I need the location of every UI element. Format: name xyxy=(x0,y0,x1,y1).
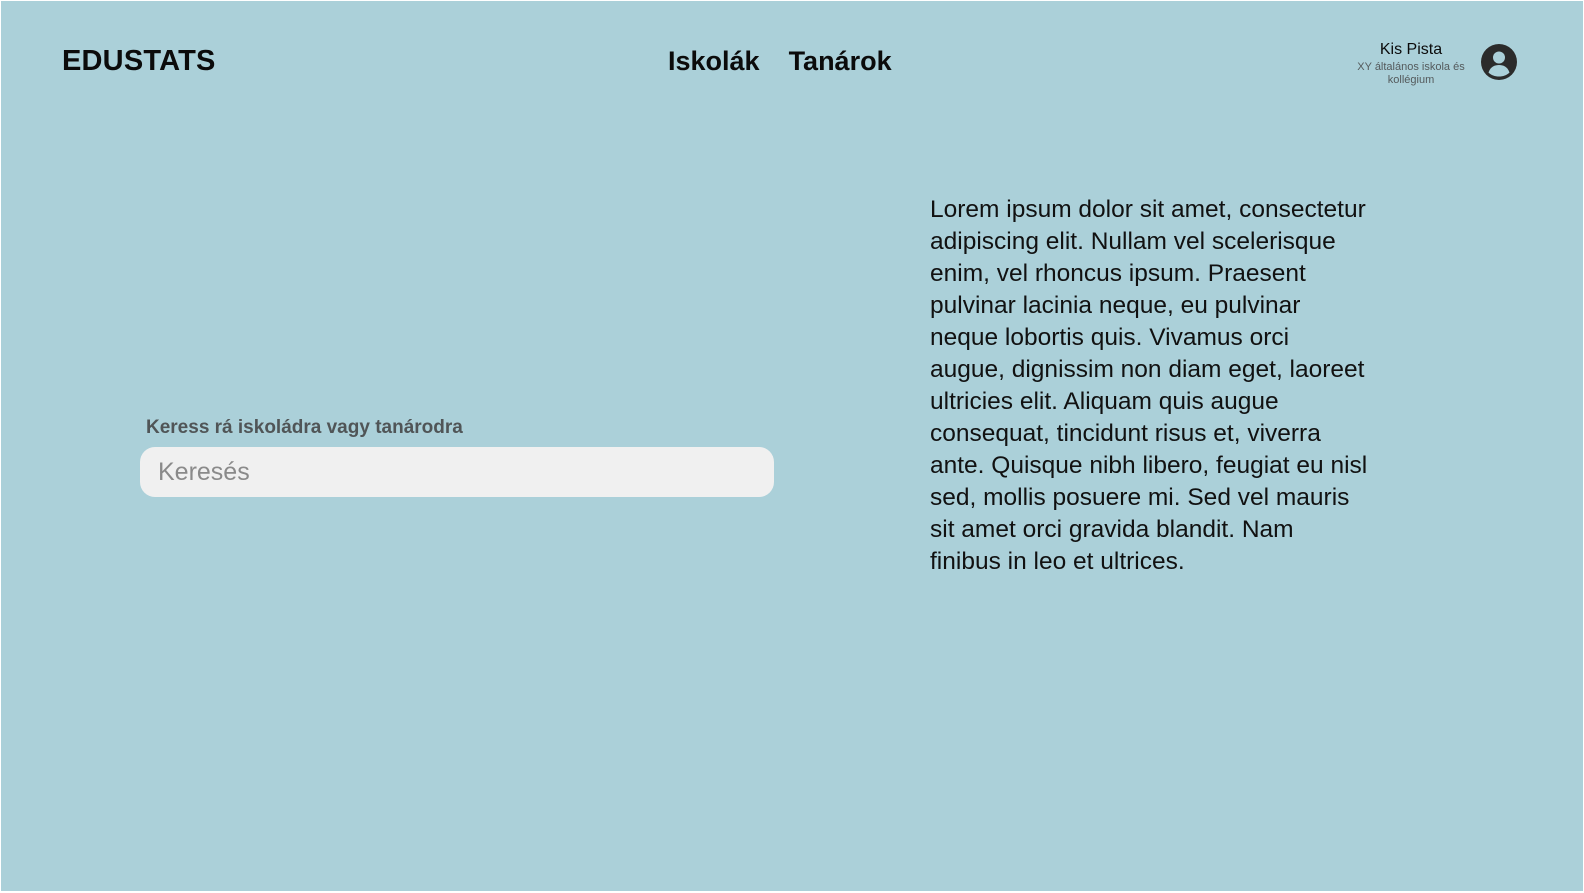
user-school: XY általános iskola és kollégium xyxy=(1357,61,1465,86)
nav-link-iskolak[interactable]: Iskolák xyxy=(668,46,760,77)
search-label: Keress rá iskoládra vagy tanárodra xyxy=(146,417,463,438)
page: EDUSTATS Iskolák Tanárok Kis Pista XY ál… xyxy=(1,1,1583,891)
app-logo[interactable]: EDUSTATS xyxy=(62,45,216,78)
search-section: Keress rá iskoládra vagy tanárodra xyxy=(140,417,774,497)
user-circle-icon[interactable] xyxy=(1481,44,1517,80)
intro-paragraph: Lorem ipsum dolor sit amet, consectetur … xyxy=(930,196,1368,575)
user-info: Kis Pista XY általános iskola és kollégi… xyxy=(1351,40,1471,87)
search-input[interactable] xyxy=(140,447,774,497)
user-menu[interactable]: Kis Pista XY általános iskola és kollégi… xyxy=(1351,40,1517,87)
user-name: Kis Pista xyxy=(1379,41,1443,58)
main-nav: Iskolák Tanárok xyxy=(668,46,892,77)
nav-link-tanarok[interactable]: Tanárok xyxy=(789,46,892,77)
